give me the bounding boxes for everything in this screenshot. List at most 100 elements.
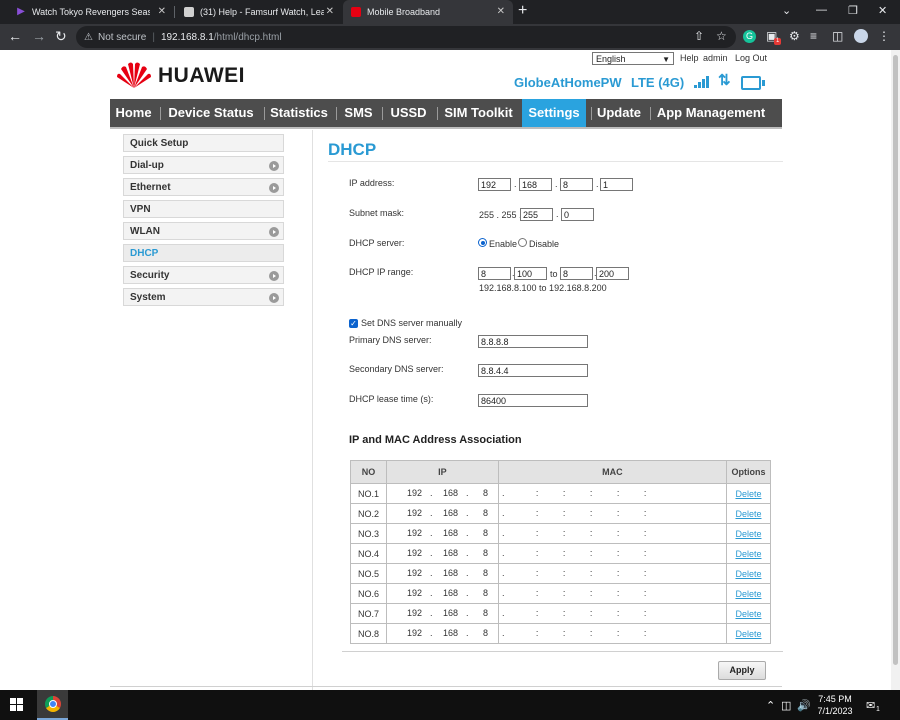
language-select[interactable]: English ▼ — [592, 52, 674, 65]
dns-manual-label: Set DNS server manually — [361, 318, 463, 328]
ip-cell[interactable]: 192. 168. 8. — [386, 523, 505, 544]
close-tab-icon[interactable]: ✕ — [158, 6, 166, 17]
ip-octet-4-input[interactable]: 1 — [600, 178, 633, 191]
disable-radio[interactable] — [518, 238, 527, 247]
delete-link[interactable]: Delete — [735, 609, 761, 619]
options-cell: Delete — [726, 523, 771, 544]
ip-cell[interactable]: 192. 168. 8. — [386, 603, 505, 624]
star-icon[interactable]: ☆ — [716, 29, 727, 43]
primary-dns-input[interactable]: 8.8.8.8 — [478, 335, 588, 348]
delete-link[interactable]: Delete — [735, 529, 761, 539]
ip-octet-1-input[interactable]: 192 — [478, 178, 511, 191]
reading-list-icon[interactable]: ≡ — [810, 29, 817, 43]
ip-cell[interactable]: 192. 168. 8. — [386, 483, 505, 504]
tab-mobile-broadband[interactable]: Mobile Broadband ✕ — [343, 0, 513, 24]
range-end-octet-3-input[interactable]: 8 — [560, 267, 593, 280]
delete-link[interactable]: Delete — [735, 569, 761, 579]
minimize-icon[interactable]: — — [816, 4, 827, 16]
sidebar-item-security[interactable]: Security — [123, 266, 284, 284]
system-clock[interactable]: 7:45 PM 7/1/2023 — [812, 693, 858, 717]
forward-icon[interactable]: → — [32, 28, 46, 44]
subnet-octet-4-input[interactable]: 0 — [561, 208, 594, 221]
address-bar[interactable]: ⚠ Not secure | 192.168.8.1 /html/dhcp.ht… — [76, 26, 736, 48]
tab-famsurf[interactable]: (31) Help - Famsurf Watch, Learn ✕ — [176, 0, 342, 24]
side-panel-icon[interactable]: ◫ — [832, 29, 843, 43]
ip-octet-3-input[interactable]: 8 — [560, 178, 593, 191]
puzzle-icon[interactable]: ⚙ — [789, 29, 800, 43]
delete-link[interactable]: Delete — [735, 629, 761, 639]
volume-icon[interactable]: 🔊 — [797, 699, 811, 712]
header-options: Options — [726, 460, 771, 484]
lease-time-input[interactable]: 86400 — [478, 394, 588, 407]
close-window-icon[interactable]: ✕ — [878, 4, 887, 17]
tab-tokyo-revengers[interactable]: ▶ Watch Tokyo Revengers Season 2 ✕ — [8, 0, 174, 24]
range-start-octet-3-input[interactable]: 8 — [478, 267, 511, 280]
ip-part: 168 — [443, 548, 459, 558]
back-icon[interactable]: ← — [8, 28, 22, 44]
reload-icon[interactable]: ↻ — [55, 28, 67, 44]
range-summary: 192.168.8.100 to 192.168.8.200 — [479, 283, 607, 293]
grammarly-icon[interactable]: G — [743, 30, 756, 43]
content-divider — [312, 130, 313, 690]
subnet-octet-3-input[interactable]: 255 — [520, 208, 553, 221]
colon-separator: : — [535, 488, 539, 498]
nav-sms[interactable]: SMS — [341, 99, 376, 127]
nav-update[interactable]: Update — [595, 99, 643, 127]
sidebar-item-ethernet[interactable]: Ethernet — [123, 178, 284, 196]
sidebar-item-vpn[interactable]: VPN — [123, 200, 284, 218]
nav-home[interactable]: Home — [110, 99, 157, 127]
apply-button[interactable]: Apply — [718, 661, 766, 680]
ip-cell[interactable]: 192. 168. 8. — [386, 623, 505, 644]
nav-app-management[interactable]: App Management — [655, 99, 767, 127]
nav-ussd[interactable]: USSD — [386, 99, 431, 127]
dns-manual-checkbox[interactable]: ✓ — [349, 319, 358, 328]
mac-cell[interactable]: ::::: — [497, 583, 728, 604]
sidebar-item-system[interactable]: System — [123, 288, 284, 306]
maximize-icon[interactable]: ❐ — [848, 4, 858, 17]
mac-cell[interactable]: ::::: — [497, 563, 728, 584]
sidebar-item-dial-up[interactable]: Dial-up — [123, 156, 284, 174]
share-icon[interactable]: ⇧ — [694, 29, 704, 43]
delete-link[interactable]: Delete — [735, 589, 761, 599]
windows-start-icon[interactable] — [10, 698, 24, 712]
mac-cell[interactable]: ::::: — [497, 603, 728, 624]
mac-cell[interactable]: ::::: — [497, 483, 728, 504]
delete-link[interactable]: Delete — [735, 489, 761, 499]
close-tab-icon[interactable]: ✕ — [326, 6, 334, 17]
network-icon[interactable]: ◫ — [781, 699, 791, 712]
nav-statistics[interactable]: Statistics — [268, 99, 330, 127]
sidebar-item-wlan[interactable]: WLAN — [123, 222, 284, 240]
notification-icon[interactable]: ✉ — [866, 699, 875, 712]
scrollbar-thumb[interactable] — [893, 55, 898, 665]
ip-cell[interactable]: 192. 168. 8. — [386, 563, 505, 584]
enable-radio[interactable] — [478, 238, 487, 247]
ip-cell[interactable]: 192. 168. 8. — [386, 583, 505, 604]
new-tab-button[interactable]: + — [518, 2, 527, 20]
delete-link[interactable]: Delete — [735, 549, 761, 559]
ip-part: 192 — [407, 588, 423, 598]
nav-device-status[interactable]: Device Status — [164, 99, 258, 127]
menu-icon[interactable]: ⋮ — [878, 29, 890, 43]
profile-avatar[interactable] — [854, 29, 868, 43]
chevron-up-icon[interactable]: ⌃ — [766, 699, 775, 712]
ip-cell[interactable]: 192. 168. 8. — [386, 503, 505, 524]
logout-link[interactable]: Log Out — [735, 53, 767, 63]
help-link[interactable]: Help — [680, 53, 699, 63]
nav-settings[interactable]: Settings — [522, 99, 586, 127]
range-end-octet-4-input[interactable]: 200 — [596, 267, 629, 280]
mac-cell[interactable]: ::::: — [497, 623, 728, 644]
close-tab-icon[interactable]: ✕ — [497, 6, 505, 17]
range-start-octet-4-input[interactable]: 100 — [514, 267, 547, 280]
mac-cell[interactable]: ::::: — [497, 503, 728, 524]
delete-link[interactable]: Delete — [735, 509, 761, 519]
sidebar-item-dhcp[interactable]: DHCP — [123, 244, 284, 262]
sidebar-item-quick-setup[interactable]: Quick Setup — [123, 134, 284, 152]
tab-search-icon[interactable]: ⌄ — [782, 4, 791, 17]
ip-cell[interactable]: 192. 168. 8. — [386, 543, 505, 564]
secondary-dns-input[interactable]: 8.8.4.4 — [478, 364, 588, 377]
chrome-taskbar-button[interactable] — [37, 690, 68, 720]
nav-sim-toolkit[interactable]: SIM Toolkit — [441, 99, 516, 127]
mac-cell[interactable]: ::::: — [497, 543, 728, 564]
mac-cell[interactable]: ::::: — [497, 523, 728, 544]
ip-octet-2-input[interactable]: 168 — [519, 178, 552, 191]
